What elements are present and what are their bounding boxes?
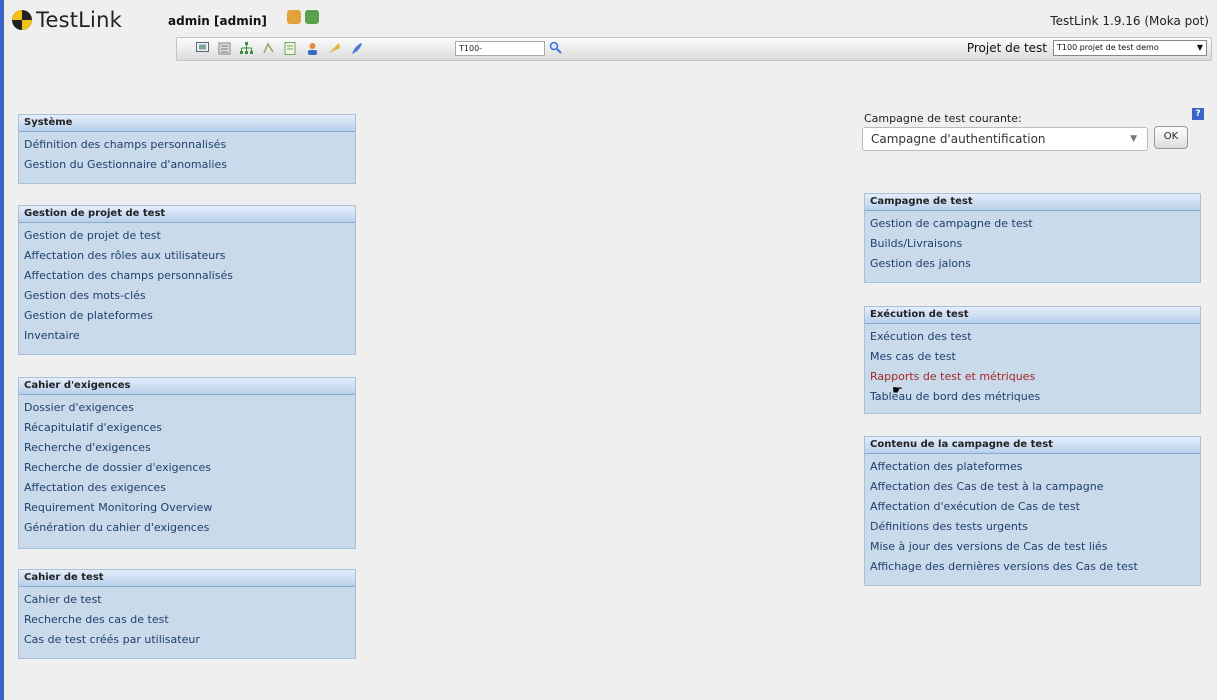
- testcase-search-input[interactable]: T100-: [455, 41, 545, 56]
- panel-title: Campagne de test: [865, 194, 1200, 211]
- main-toolbar: T100- Projet de test T100 projet de test…: [176, 37, 1212, 61]
- panel-cahier-exigences: Cahier d'exigences Dossier d'exigences R…: [18, 377, 356, 549]
- test-plan-select-value: Campagne d'authentification: [871, 132, 1046, 146]
- left-rail: [0, 0, 4, 700]
- menu-link[interactable]: Cahier de test: [19, 590, 355, 610]
- hand-cursor-icon: ☛: [892, 383, 903, 397]
- testlink-logo-icon: [12, 10, 32, 30]
- menu-link[interactable]: Affectation d'exécution de Cas de test: [865, 497, 1200, 517]
- menu-link[interactable]: Affichage des dernières versions des Cas…: [865, 557, 1200, 577]
- menu-link-hovered[interactable]: Rapports de test et métriques: [865, 367, 1200, 387]
- menu-link[interactable]: Cas de test créés par utilisateur: [19, 630, 355, 650]
- menu-link[interactable]: Affectation des exigences: [19, 478, 355, 498]
- project-select-value: T100 projet de test demo: [1057, 43, 1159, 52]
- menu-link[interactable]: Génération du cahier d'exigences: [19, 518, 355, 538]
- menu-link[interactable]: Dossier d'exigences: [19, 398, 355, 418]
- panel-gestion-projet: Gestion de projet de test Gestion de pro…: [18, 205, 356, 355]
- project-select[interactable]: T100 projet de test demo ▼: [1053, 40, 1207, 56]
- menu-link[interactable]: Exécution des test: [865, 327, 1200, 347]
- menu-link[interactable]: Gestion de campagne de test: [865, 214, 1200, 234]
- menu-link[interactable]: Mes cas de test: [865, 347, 1200, 367]
- panel-cahier-test: Cahier de test Cahier de test Recherche …: [18, 569, 356, 659]
- panel-title: Gestion de projet de test: [19, 206, 355, 223]
- panel-title: Exécution de test: [865, 307, 1200, 324]
- menu-link[interactable]: Gestion de projet de test: [19, 226, 355, 246]
- menu-link[interactable]: Gestion des mots-clés: [19, 286, 355, 306]
- app-version: TestLink 1.9.16 (Moka pot): [1050, 14, 1209, 28]
- menu-link[interactable]: Gestion du Gestionnaire d'anomalies: [19, 155, 355, 175]
- menu-link[interactable]: Affectation des champs personnalisés: [19, 266, 355, 286]
- panel-title: Cahier de test: [19, 570, 355, 587]
- current-plan-title: Campagne de test courante:: [864, 112, 1022, 125]
- logout-icon[interactable]: [305, 10, 319, 24]
- menu-link[interactable]: Builds/Livraisons: [865, 234, 1200, 254]
- panel-title: Contenu de la campagne de test: [865, 437, 1200, 454]
- user-icons: [287, 10, 319, 24]
- menu-link[interactable]: Requirement Monitoring Overview: [19, 498, 355, 518]
- menu-link[interactable]: Recherche de dossier d'exigences: [19, 458, 355, 478]
- project-label: Projet de test: [966, 41, 1047, 55]
- menu-link[interactable]: Inventaire: [19, 326, 355, 346]
- chevron-down-icon: ▼: [1130, 134, 1137, 144]
- test-plan-select[interactable]: Campagne d'authentification ▼: [862, 127, 1148, 151]
- panel-campagne-test: Campagne de test Gestion de campagne de …: [864, 193, 1201, 283]
- logo-text: TestLink: [36, 8, 122, 32]
- menu-link[interactable]: Affectation des rôles aux utilisateurs: [19, 246, 355, 266]
- menu-link[interactable]: Récapitulatif d'exigences: [19, 418, 355, 438]
- menu-link[interactable]: Gestion des jalons: [865, 254, 1200, 274]
- user-label: admin [admin]: [168, 14, 267, 28]
- ok-button[interactable]: OK: [1154, 126, 1188, 149]
- menu-link[interactable]: Mise à jour des versions de Cas de test …: [865, 537, 1200, 557]
- tree-icon[interactable]: [239, 41, 253, 55]
- panel-title: Système: [19, 115, 355, 132]
- search-icon[interactable]: [549, 41, 563, 55]
- panel-contenu-campagne: Contenu de la campagne de test Affectati…: [864, 436, 1201, 586]
- testcase-icon[interactable]: [261, 41, 275, 55]
- menu-link[interactable]: Définition des champs personnalisés: [19, 135, 355, 155]
- panel-systeme: Système Définition des champs personnali…: [18, 114, 356, 184]
- menu-link[interactable]: Tableau de bord des métriques: [865, 387, 1200, 407]
- my-settings-icon[interactable]: [287, 10, 301, 24]
- panel-execution-test: Exécution de test Exécution des test Mes…: [864, 306, 1201, 414]
- menu-link[interactable]: Recherche d'exigences: [19, 438, 355, 458]
- help-icon[interactable]: ?: [1192, 108, 1204, 120]
- menu-link[interactable]: Recherche des cas de test: [19, 610, 355, 630]
- menu-link[interactable]: Définitions des tests urgents: [865, 517, 1200, 537]
- panel-title: Cahier d'exigences: [19, 378, 355, 395]
- users-icon[interactable]: [305, 41, 319, 55]
- menu-link[interactable]: Gestion de plateformes: [19, 306, 355, 326]
- desktop-icon[interactable]: [195, 41, 209, 55]
- header: TestLink admin [admin] TestLink 1.9.16 (…: [4, 0, 1217, 70]
- events-icon[interactable]: [327, 41, 341, 55]
- current-test-plan: Campagne de test courante: ? Campagne d'…: [862, 108, 1204, 151]
- testlink-logo[interactable]: TestLink: [12, 8, 122, 32]
- requirements-icon[interactable]: [217, 41, 231, 55]
- menu-link[interactable]: Affectation des plateformes: [865, 457, 1200, 477]
- document-icon[interactable]: [283, 41, 297, 55]
- chevron-down-icon: ▼: [1196, 43, 1203, 52]
- feather-icon[interactable]: [349, 41, 363, 55]
- menu-link[interactable]: Affectation des Cas de test à la campagn…: [865, 477, 1200, 497]
